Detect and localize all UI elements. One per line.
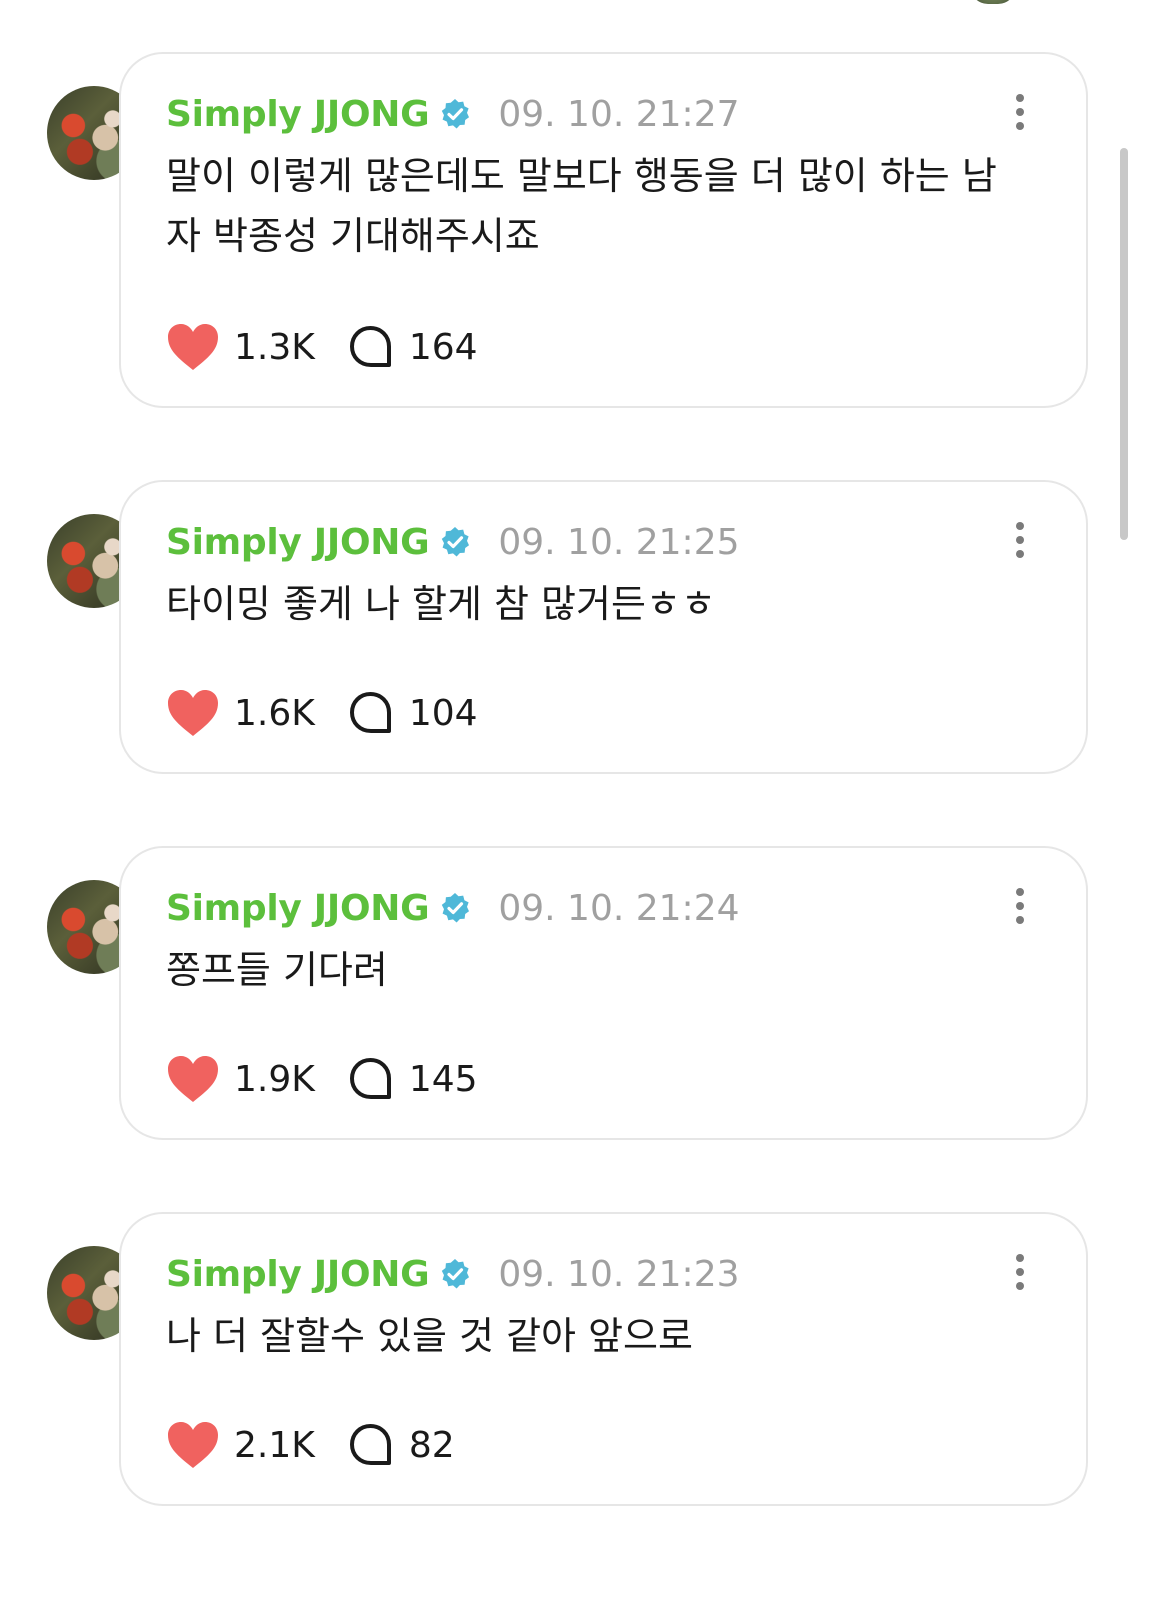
like-count: 1.9K bbox=[234, 1058, 315, 1100]
like-button[interactable]: 1.6K bbox=[166, 688, 315, 738]
post-timestamp: 09. 10. 21:27 bbox=[498, 93, 740, 135]
like-count: 2.1K bbox=[234, 1424, 315, 1466]
comment-bubble-icon bbox=[349, 692, 391, 733]
post-header: Simply JJONG 09. 10. 21:27 bbox=[166, 92, 740, 136]
verified-badge-icon bbox=[442, 99, 470, 129]
comment-bubble-icon bbox=[349, 326, 391, 367]
post-header: Simply JJONG 09. 10. 21:25 bbox=[166, 520, 740, 564]
post-card[interactable]: Simply JJONG 09. 10. 21:27 말이 이렇게 많은데도 말… bbox=[119, 52, 1088, 408]
like-button[interactable]: 2.1K bbox=[166, 1420, 315, 1470]
username[interactable]: Simply JJONG bbox=[166, 94, 430, 135]
more-options-icon[interactable] bbox=[1010, 1252, 1030, 1292]
username[interactable]: Simply JJONG bbox=[166, 1254, 430, 1295]
comment-count: 82 bbox=[408, 1424, 455, 1466]
scrollbar[interactable] bbox=[1120, 148, 1128, 540]
post-timestamp: 09. 10. 21:25 bbox=[498, 521, 740, 563]
post-timestamp: 09. 10. 21:23 bbox=[498, 1253, 740, 1295]
heart-icon bbox=[168, 1422, 218, 1468]
like-button[interactable]: 1.9K bbox=[166, 1054, 315, 1104]
verified-badge-icon bbox=[442, 893, 470, 923]
post-timestamp: 09. 10. 21:24 bbox=[498, 887, 740, 929]
like-count: 1.3K bbox=[234, 326, 315, 368]
post-actions: 1.3K 164 bbox=[166, 320, 478, 374]
more-options-icon[interactable] bbox=[1010, 520, 1030, 560]
post-text: 말이 이렇게 많은데도 말보다 행동을 더 많이 하는 남자 박종성 기대해주시… bbox=[166, 154, 997, 258]
post-feed: Simply JJONG 09. 10. 21:27 말이 이렇게 많은데도 말… bbox=[0, 0, 1170, 1613]
comment-bubble-icon bbox=[349, 1058, 391, 1099]
username[interactable]: Simply JJONG bbox=[166, 888, 430, 929]
heart-icon bbox=[168, 324, 218, 370]
post-header: Simply JJONG 09. 10. 21:24 bbox=[166, 886, 740, 930]
comment-button[interactable]: 164 bbox=[347, 323, 478, 371]
post-actions: 2.1K 82 bbox=[166, 1418, 455, 1472]
heart-icon bbox=[168, 690, 218, 736]
post-header: Simply JJONG 09. 10. 21:23 bbox=[166, 1252, 740, 1296]
post-text: 쫑프들 기다려 bbox=[166, 948, 388, 992]
comment-count: 145 bbox=[408, 1058, 478, 1100]
comment-button[interactable]: 145 bbox=[347, 1055, 478, 1103]
like-count: 1.6K bbox=[234, 692, 315, 734]
comment-count: 164 bbox=[408, 326, 478, 368]
comment-count: 104 bbox=[408, 692, 478, 734]
post-text: 타이밍 좋게 나 할게 참 많거든ㅎㅎ bbox=[166, 582, 716, 626]
username[interactable]: Simply JJONG bbox=[166, 522, 430, 563]
post-actions: 1.6K 104 bbox=[166, 686, 478, 740]
comment-button[interactable]: 104 bbox=[347, 689, 478, 737]
verified-badge-icon bbox=[442, 527, 470, 557]
comment-button[interactable]: 82 bbox=[347, 1421, 455, 1469]
more-options-icon[interactable] bbox=[1010, 92, 1030, 132]
post-text: 나 더 잘할수 있을 것 같아 앞으로 bbox=[166, 1314, 693, 1358]
heart-icon bbox=[168, 1056, 218, 1102]
post-card[interactable]: Simply JJONG 09. 10. 21:24 쫑프들 기다려 1.9K bbox=[119, 846, 1088, 1140]
like-button[interactable]: 1.3K bbox=[166, 322, 315, 372]
more-options-icon[interactable] bbox=[1010, 886, 1030, 926]
post-card[interactable]: Simply JJONG 09. 10. 21:25 타이밍 좋게 나 할게 참… bbox=[119, 480, 1088, 774]
post-actions: 1.9K 145 bbox=[166, 1052, 478, 1106]
comment-bubble-icon bbox=[349, 1424, 391, 1465]
avatar[interactable] bbox=[970, 0, 1016, 4]
verified-badge-icon bbox=[442, 1259, 470, 1289]
post-card[interactable]: Simply JJONG 09. 10. 21:23 나 더 잘할수 있을 것 … bbox=[119, 1212, 1088, 1506]
